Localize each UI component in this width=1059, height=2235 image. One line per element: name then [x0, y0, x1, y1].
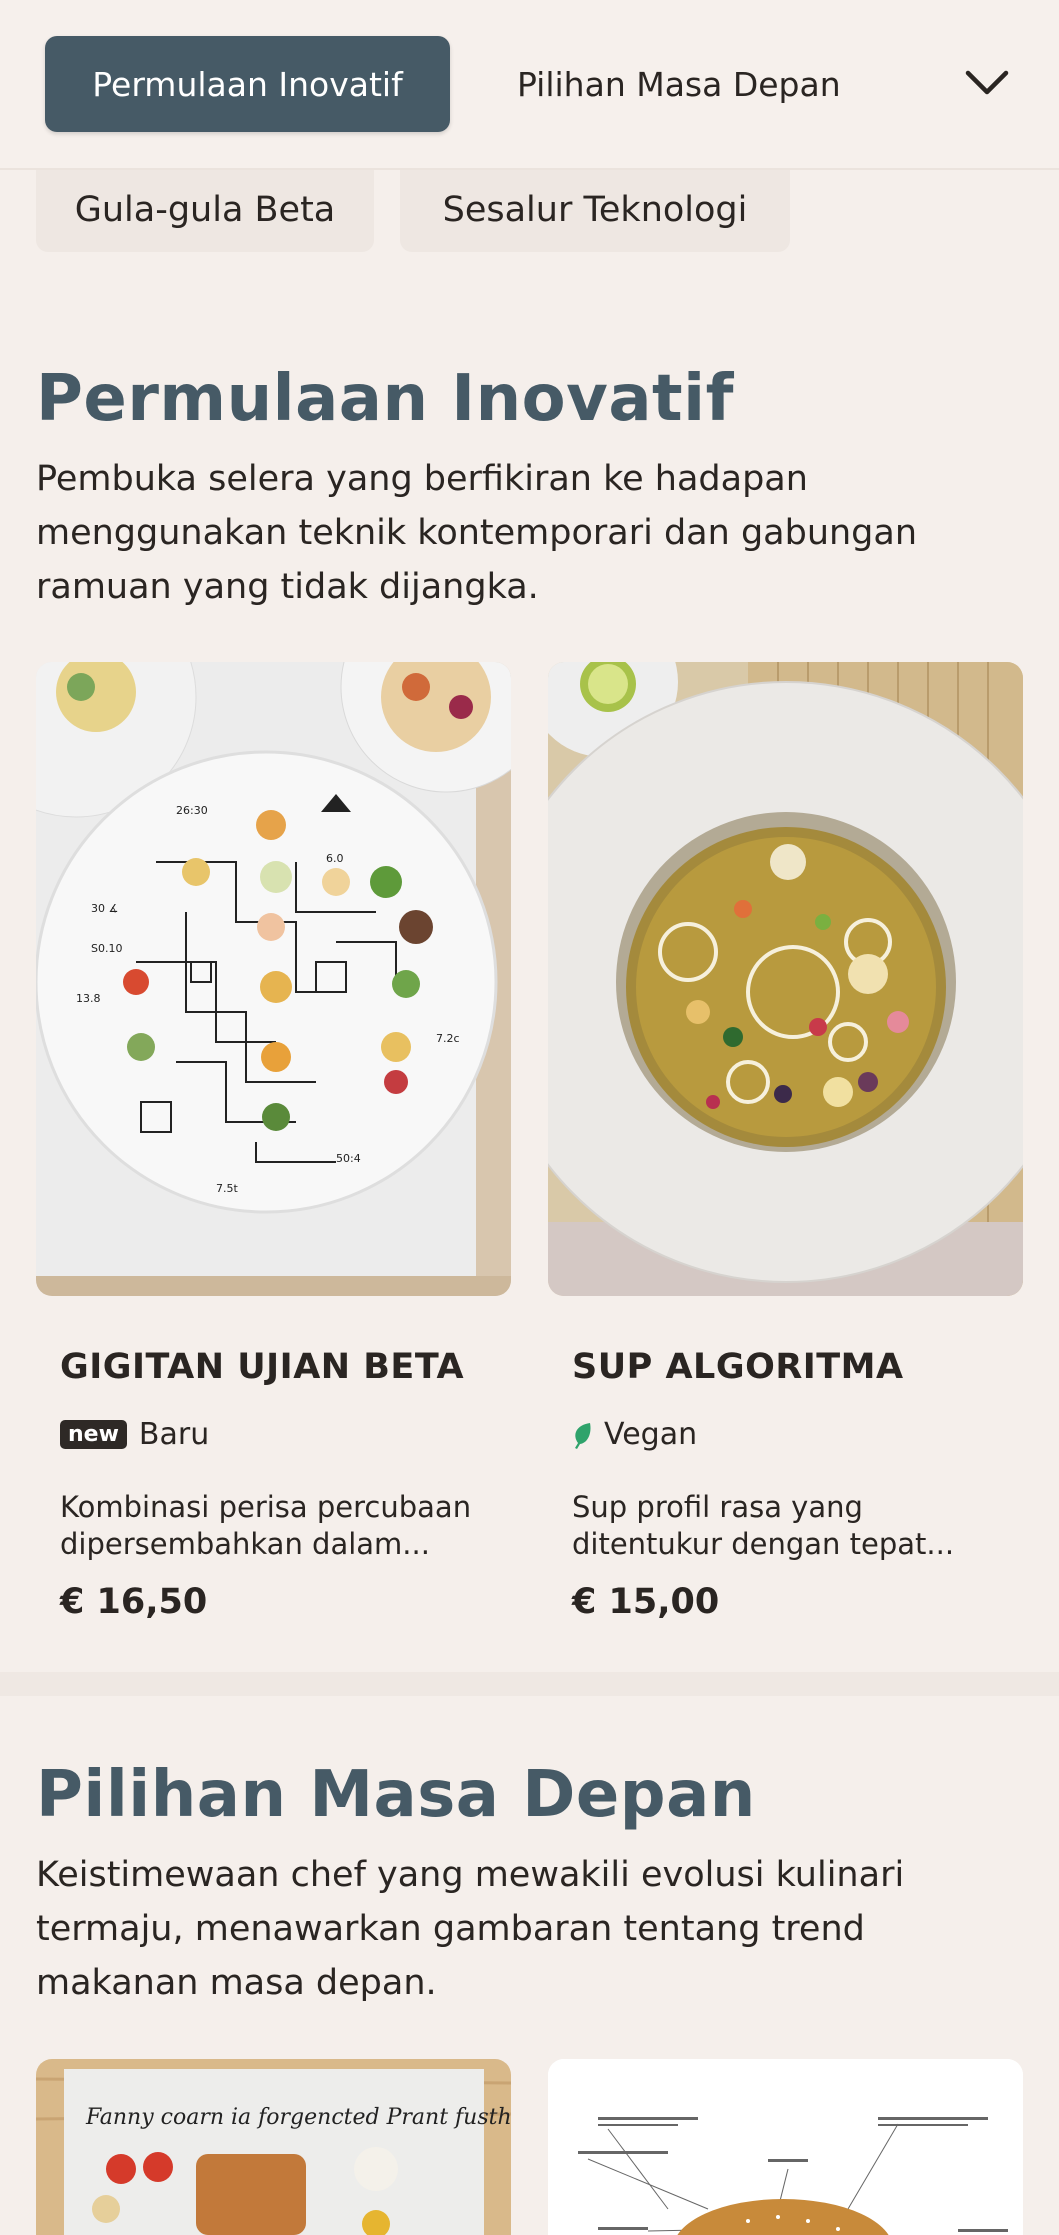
section-description: Pembuka selera yang berfikiran ke hadapa… — [36, 459, 918, 607]
svg-text:50:4: 50:4 — [336, 1152, 361, 1165]
dish-image: Fanny coarn ia forgencted Prant fusthing — [36, 2059, 511, 2235]
tab-permulaan-inovatif[interactable]: Permulaan Inovatif — [45, 36, 450, 132]
item-name: GIGITAN UJIAN BETA — [60, 1347, 465, 1387]
svg-text:7.2c: 7.2c — [436, 1032, 460, 1045]
item-tag: Vegan — [572, 1417, 697, 1452]
svg-text:6.0: 6.0 — [326, 852, 344, 865]
category-nav: Permulaan Inovatif Pilihan Masa Depan — [0, 0, 1059, 170]
dish-image: 26:30 6.0 30 ∡ S0.10 13.8 7.5t 50:4 7.2c — [36, 662, 511, 1296]
dish-image — [548, 2059, 1023, 2235]
item-description: Sup profil rasa yang ditentukur dengan t… — [572, 1490, 955, 1561]
section-title: Permulaan Inovatif — [36, 362, 734, 436]
section-divider — [0, 1672, 1059, 1696]
item-tag: new Baru — [60, 1417, 209, 1452]
chip-gula-gula-beta[interactable]: Gula-gula Beta — [36, 168, 374, 252]
menu-item-card[interactable]: Fanny coarn ia forgencted Prant fusthing — [36, 2059, 511, 2235]
svg-text:7.5t: 7.5t — [216, 1182, 238, 1195]
menu-item-card[interactable]: 26:30 6.0 30 ∡ S0.10 13.8 7.5t 50:4 7.2c — [36, 662, 511, 1622]
leaf-icon — [572, 1421, 592, 1449]
svg-text:S0.10: S0.10 — [91, 942, 122, 955]
chip-sesalur-teknologi[interactable]: Sesalur Teknologi — [400, 168, 790, 252]
svg-text:26:30: 26:30 — [176, 804, 208, 817]
tag-label: Vegan — [604, 1417, 698, 1452]
svg-text:30 ∡: 30 ∡ — [91, 902, 118, 915]
item-price: € 16,50 — [60, 1582, 208, 1622]
menu-item-card[interactable]: SUP ALGORITMA Vegan Sup profil rasa yang… — [548, 662, 1023, 1622]
image-caption: Fanny coarn ia forgencted Prant fusthing — [85, 2105, 511, 2130]
tag-label: Baru — [138, 1417, 210, 1452]
dish-image — [548, 662, 1023, 1296]
chevron-down-icon[interactable] — [960, 56, 1014, 110]
menu-item-card[interactable] — [548, 2059, 1023, 2235]
tab-pilihan-masa-depan[interactable]: Pilihan Masa Depan — [517, 36, 841, 132]
new-badge: new — [60, 1420, 127, 1449]
section-description: Keistimewaan chef yang mewakili evolusi … — [36, 1855, 905, 2003]
item-price: € 15,00 — [572, 1582, 720, 1622]
section-title: Pilihan Masa Depan — [36, 1758, 756, 1832]
svg-text:13.8: 13.8 — [76, 992, 101, 1005]
item-name: SUP ALGORITMA — [572, 1347, 904, 1387]
item-description: Kombinasi perisa percubaan dipersembahka… — [60, 1490, 472, 1561]
